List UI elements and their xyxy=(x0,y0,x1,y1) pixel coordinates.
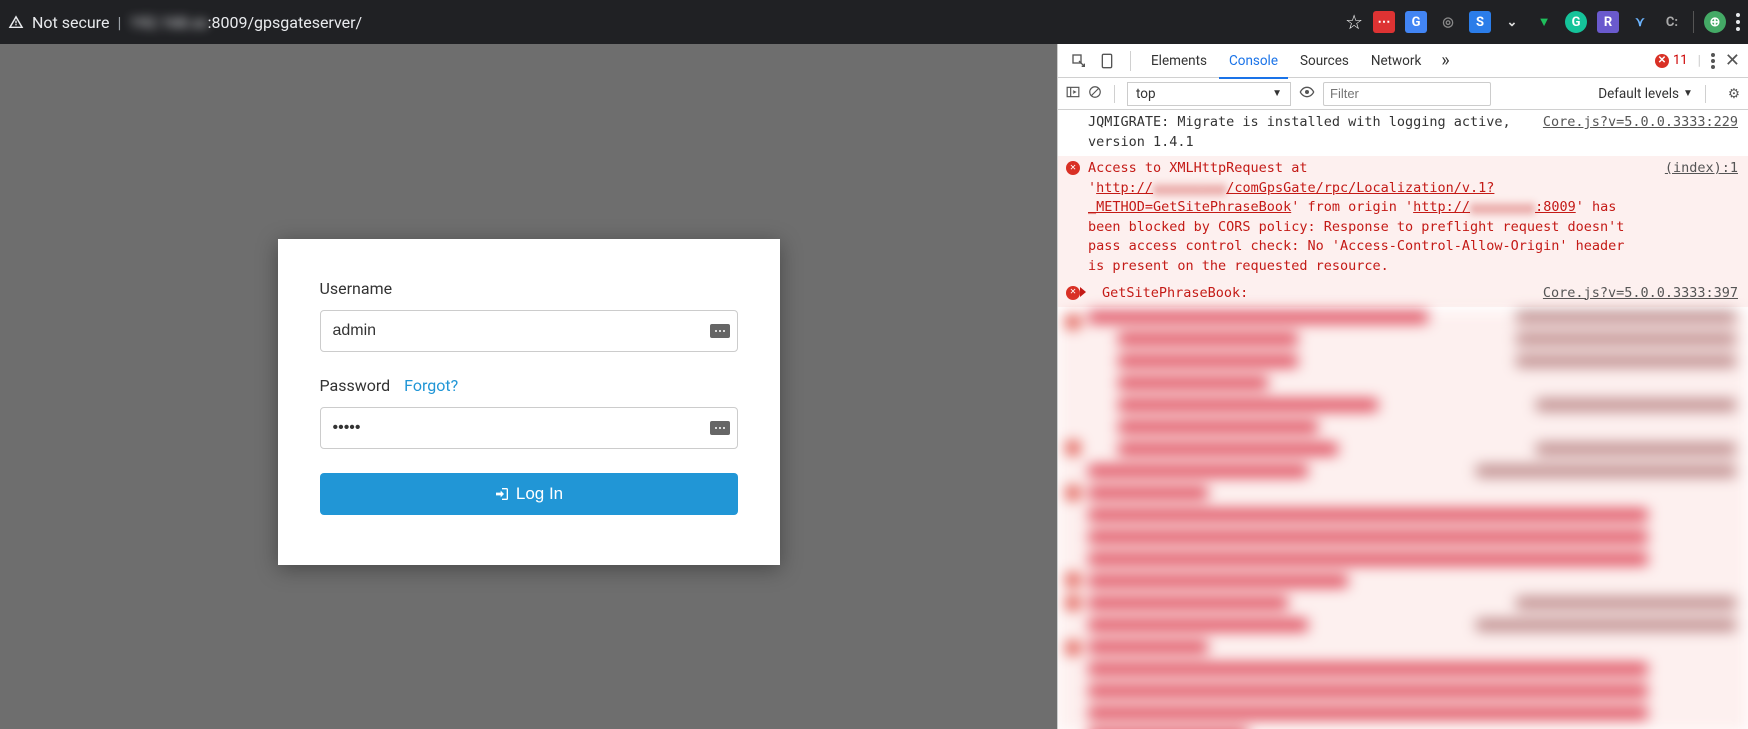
security-indicator[interactable]: Not secure | xyxy=(8,13,121,32)
password-input[interactable] xyxy=(320,407,738,449)
username-input[interactable] xyxy=(320,310,738,352)
error-icon: ✕ xyxy=(1655,54,1669,68)
clear-console-icon[interactable] xyxy=(1088,85,1102,103)
login-arrow-icon xyxy=(494,486,510,502)
close-devtools-icon[interactable]: ✕ xyxy=(1725,50,1740,71)
device-toolbar-icon[interactable] xyxy=(1094,48,1120,74)
expand-triangle-icon[interactable] xyxy=(1080,287,1086,297)
grammarly-icon[interactable]: G xyxy=(1565,11,1587,33)
console-error-row[interactable]: ✕ GetSitePhraseBook: Core.js?v=5.0.0.333… xyxy=(1058,281,1748,308)
devtools-menu-icon[interactable] xyxy=(1711,53,1715,69)
password-manager-icon[interactable] xyxy=(710,421,730,435)
devtools-tab-bar: Elements Console Sources Network » ✕ 11 … xyxy=(1058,44,1748,78)
bookmark-star-icon[interactable]: ☆ xyxy=(1345,10,1363,34)
error-icon: ✕ xyxy=(1066,286,1080,300)
username-label: Username xyxy=(320,279,738,298)
forgot-link[interactable]: Forgot? xyxy=(404,376,458,395)
password-label: Password xyxy=(320,376,391,395)
source-link[interactable]: Core.js?v=5.0.0.3333:397 xyxy=(1523,284,1738,304)
error-count-badge[interactable]: ✕ 11 xyxy=(1655,53,1688,68)
ext-icon[interactable]: ⋯ xyxy=(1373,11,1395,33)
inspect-element-icon[interactable] xyxy=(1066,48,1092,74)
browser-omnibox-bar: Not secure | 192.168.xx:8009/gpsgateserv… xyxy=(0,0,1748,44)
error-icon: ✕ xyxy=(1066,161,1080,175)
console-toolbar: top▼ Default levels▼ ⚙ xyxy=(1058,78,1748,110)
tab-console[interactable]: Console xyxy=(1219,44,1288,78)
console-settings-icon[interactable]: ⚙ xyxy=(1728,86,1740,102)
page-viewport: Username Password Forgot? Log In xyxy=(0,44,1057,729)
execution-context-select[interactable]: top▼ xyxy=(1127,82,1291,106)
console-sidebar-toggle-icon[interactable] xyxy=(1066,85,1080,103)
tab-sources[interactable]: Sources xyxy=(1290,44,1359,78)
ext-icon[interactable]: ⋎ xyxy=(1629,11,1651,33)
ext-icon[interactable]: C: xyxy=(1661,11,1683,33)
source-link[interactable]: Core.js?v=5.0.0.3333:229 xyxy=(1523,113,1738,152)
login-button[interactable]: Log In xyxy=(320,473,738,515)
console-filter-input[interactable] xyxy=(1323,82,1491,106)
extension-icons: ☆ ⋯ G ◎ S ⌄ ▼ G R ⋎ C: ⊕ xyxy=(1345,10,1740,34)
warning-icon xyxy=(8,14,24,30)
pocket-icon[interactable]: ⌄ xyxy=(1501,11,1523,33)
devtools-panel: Elements Console Sources Network » ✕ 11 … xyxy=(1057,44,1748,729)
browser-menu-icon[interactable] xyxy=(1736,13,1740,31)
password-manager-icon[interactable] xyxy=(710,324,730,338)
console-error-row[interactable]: ✕ Access to XMLHttpRequest at 'http://xx… xyxy=(1058,156,1748,280)
tab-network[interactable]: Network xyxy=(1361,44,1431,78)
shield-icon[interactable]: ▼ xyxy=(1533,11,1555,33)
ext-icon[interactable]: ◎ xyxy=(1437,11,1459,33)
ext-icon[interactable]: S xyxy=(1469,11,1491,33)
login-card: Username Password Forgot? Log In xyxy=(278,239,780,565)
not-secure-label: Not secure xyxy=(32,13,109,32)
log-levels-select[interactable]: Default levels▼ xyxy=(1598,86,1693,102)
source-link[interactable]: (index):1 xyxy=(1645,159,1738,276)
blurred-errors-region xyxy=(1058,311,1748,729)
translate-icon[interactable]: G xyxy=(1405,11,1427,33)
console-log-row[interactable]: JQMIGRATE: Migrate is installed with log… xyxy=(1058,110,1748,156)
more-tabs-icon[interactable]: » xyxy=(1441,50,1449,71)
tab-elements[interactable]: Elements xyxy=(1141,44,1217,78)
profile-avatar[interactable]: ⊕ xyxy=(1704,11,1726,33)
ext-icon[interactable]: R xyxy=(1597,11,1619,33)
live-expression-icon[interactable] xyxy=(1299,84,1315,104)
console-output: JQMIGRATE: Migrate is installed with log… xyxy=(1058,110,1748,729)
url-display[interactable]: 192.168.xx:8009/gpsgateserver/ xyxy=(129,13,362,32)
